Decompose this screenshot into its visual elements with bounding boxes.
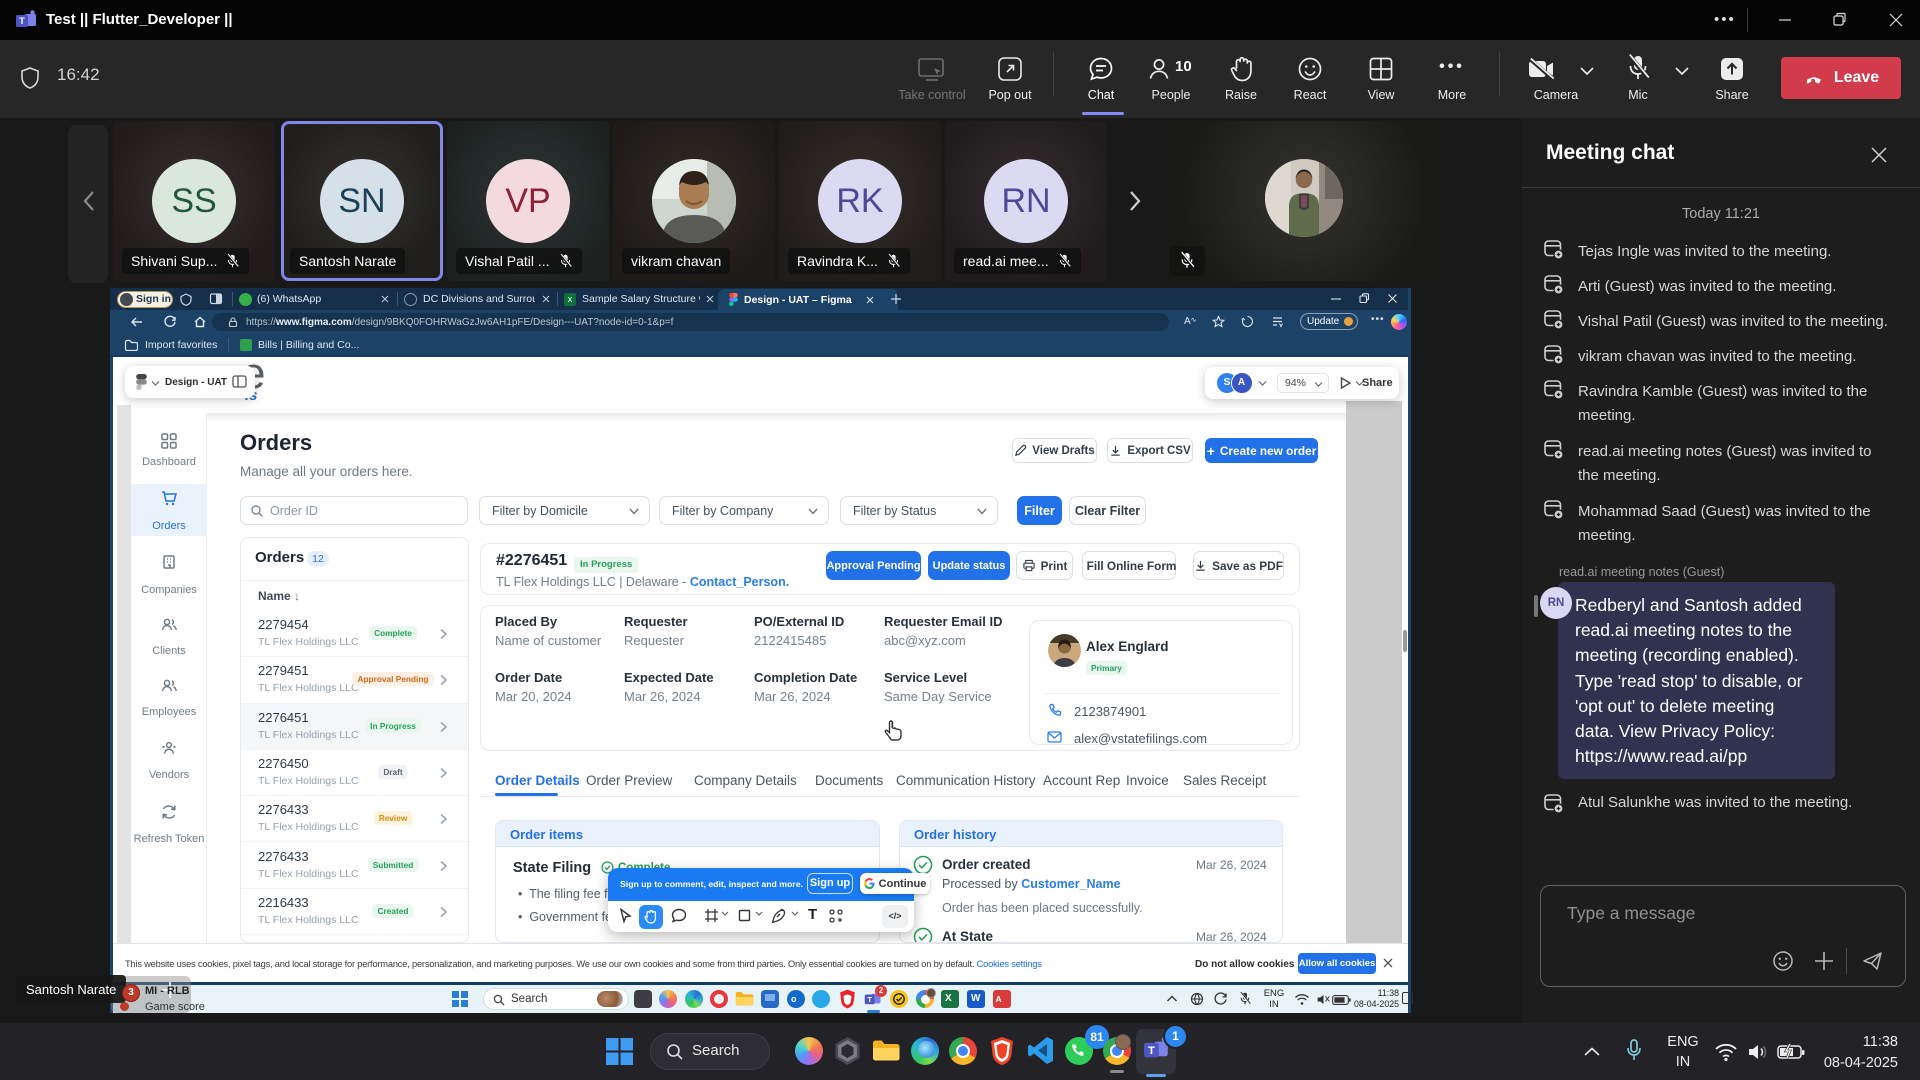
svg-text:T: T	[867, 995, 872, 1004]
svg-text:T: T	[1148, 1045, 1155, 1057]
svg-text:T: T	[19, 16, 25, 26]
